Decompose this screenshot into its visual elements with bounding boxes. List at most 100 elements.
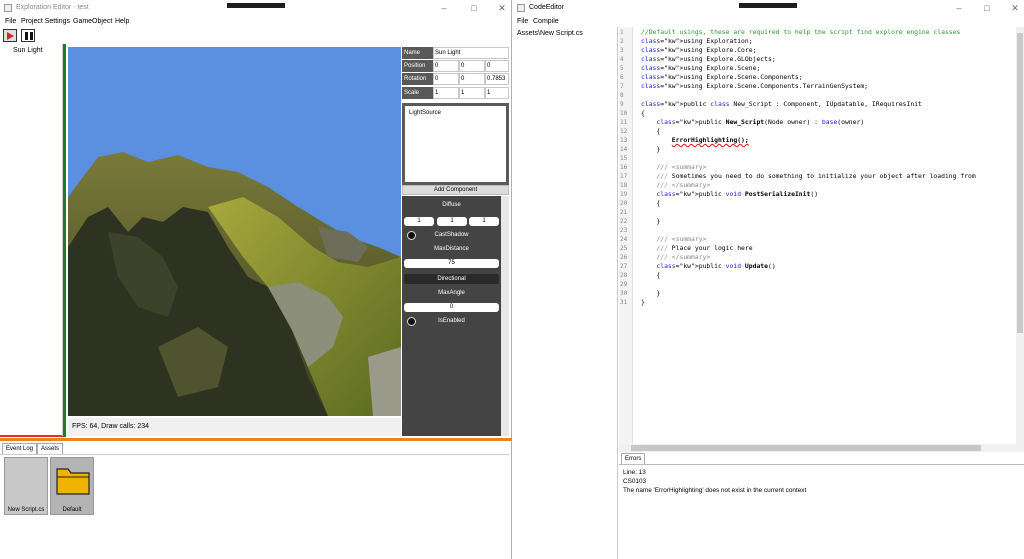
code-line[interactable]: { — [641, 109, 645, 118]
name-label: Name — [402, 47, 433, 59]
file-list: Assets\New Script.cs — [513, 27, 618, 559]
name-field[interactable]: Sun Light — [433, 47, 509, 59]
maximize-icon[interactable]: □ — [468, 2, 480, 14]
scroll-thumb[interactable] — [1017, 33, 1023, 333]
tab-assets[interactable]: Assets — [37, 443, 64, 454]
code-line[interactable]: class="kw">public void Update() — [641, 262, 775, 271]
line-number: 1 — [620, 29, 624, 36]
code-text-area[interactable]: //Default usings, these are required to … — [632, 27, 1016, 444]
rotation-z-field[interactable]: 0.7853 — [485, 73, 509, 85]
line-number: 31 — [620, 299, 628, 306]
drag-handle[interactable] — [739, 3, 797, 8]
directional-toggle[interactable]: Directional — [404, 274, 499, 284]
component-item-lightsource[interactable]: LightSource — [409, 110, 441, 116]
code-line[interactable]: class="kw">using Explore.Scene.Component… — [641, 82, 868, 91]
hierarchy-node-sun-light[interactable]: Sun Light — [13, 47, 43, 54]
code-line[interactable]: { — [641, 271, 660, 280]
menu-file[interactable]: File — [5, 18, 16, 25]
line-number: 27 — [620, 263, 628, 270]
position-z-field[interactable]: 0 — [485, 60, 509, 72]
code-line[interactable]: class="kw">public class New_Script : Com… — [641, 100, 922, 109]
code-line[interactable]: class="kw">using Explore.GLObjects; — [641, 55, 776, 64]
play-button[interactable] — [3, 29, 17, 42]
fps-readout: FPS: 64, Draw calls: 234 — [72, 423, 150, 430]
scale-y-field[interactable]: 1 — [459, 87, 485, 99]
drag-handle[interactable] — [227, 3, 285, 8]
code-line[interactable]: /// <summary> — [641, 163, 706, 172]
line-number: 25 — [620, 245, 628, 252]
code-line[interactable]: } — [641, 145, 660, 154]
code-line[interactable]: class="kw">using Explore.Core; — [641, 46, 756, 55]
close-icon[interactable]: ✕ — [1009, 2, 1021, 14]
max-angle-field[interactable]: 0 — [404, 303, 499, 312]
line-number-gutter: 1 2 3 4 5 6 7 8 9 10 11 12 13 14 15 16 17 18 19 20 21 22 23 24 2… — [619, 27, 632, 444]
code-line[interactable]: /// </summary> — [641, 181, 710, 190]
minimize-icon[interactable]: – — [953, 2, 965, 14]
line-number: 6 — [620, 74, 624, 81]
code-line[interactable]: //Default usings, these are required to … — [641, 28, 960, 37]
code-line[interactable]: /// <summary> — [641, 235, 706, 244]
position-x-field[interactable]: 0 — [433, 60, 459, 72]
menu-gameobject[interactable]: GameObject — [73, 18, 112, 25]
close-icon[interactable]: ✕ — [496, 2, 508, 14]
minimize-icon[interactable]: – — [438, 2, 450, 14]
code-line[interactable]: { — [641, 199, 660, 208]
diffuse-g-field[interactable]: 1 — [437, 217, 467, 226]
asset-default-folder[interactable]: Default — [50, 457, 94, 515]
pause-icon-bar — [30, 32, 33, 40]
pause-button[interactable] — [21, 29, 35, 42]
cast-shadow-label: CastShadow — [434, 232, 469, 238]
line-number: 14 — [620, 146, 628, 153]
scale-z-field[interactable]: 1 — [485, 87, 509, 99]
rotation-x-field[interactable]: 0 — [433, 73, 459, 85]
code-line[interactable]: /// Place your logic here — [641, 244, 752, 253]
light-source-panel: Diffuse 1 1 1 CastShadow MaxDistance 75 … — [402, 196, 501, 436]
code-line[interactable]: class="kw">using Exploration; — [641, 37, 753, 46]
code-line[interactable]: } — [641, 217, 660, 226]
menu-help[interactable]: Help — [115, 18, 129, 25]
code-line[interactable]: class="kw">using Explore.Scene; — [641, 64, 760, 73]
scene-viewport[interactable] — [68, 47, 401, 416]
code-line[interactable]: { — [641, 127, 660, 136]
tab-event-log[interactable]: Event Log — [2, 443, 38, 454]
diffuse-b-field[interactable]: 1 — [469, 217, 499, 226]
line-number: 16 — [620, 164, 628, 171]
position-y-field[interactable]: 0 — [459, 60, 485, 72]
position-row: Position 0 0 0 — [402, 60, 509, 72]
add-component-button[interactable]: Add Component — [402, 185, 509, 195]
code-line[interactable]: class="kw">using Explore.Scene.Component… — [641, 73, 803, 82]
menu-compile[interactable]: Compile — [533, 18, 559, 25]
error-code: CS0103 — [623, 478, 647, 485]
diffuse-label: Diffuse — [442, 202, 461, 208]
maximize-icon[interactable]: □ — [981, 2, 993, 14]
code-line[interactable]: class="kw">public void PostSerializeInit… — [641, 190, 818, 199]
max-distance-label: MaxDistance — [434, 246, 469, 252]
code-line[interactable]: /// Sometimes you need to do something t… — [641, 172, 975, 181]
menu-file[interactable]: File — [517, 18, 528, 25]
line-number: 2 — [620, 38, 624, 45]
scale-label: Scale — [402, 87, 433, 99]
code-line[interactable]: } — [641, 289, 660, 298]
line-number: 7 — [620, 83, 624, 90]
app-icon — [4, 4, 12, 12]
error-line: Line: 13 — [623, 469, 646, 476]
file-item-new-script[interactable]: Assets\New Script.cs — [517, 30, 583, 37]
code-line[interactable]: ErrorHighlighting(); — [641, 136, 749, 145]
scale-x-field[interactable]: 1 — [433, 87, 459, 99]
asset-new-script[interactable]: New Script.cs — [4, 457, 48, 515]
code-horizontal-scrollbar[interactable] — [619, 444, 1024, 452]
bottom-splitter[interactable] — [0, 438, 512, 441]
scroll-thumb[interactable] — [631, 445, 981, 451]
line-number: 19 — [620, 191, 628, 198]
tab-errors[interactable]: Errors — [621, 453, 646, 464]
code-line[interactable]: class="kw">public New_Script(Node owner)… — [641, 118, 864, 127]
light-panel-scrollbar[interactable] — [501, 196, 509, 436]
viewport-splitter[interactable] — [63, 44, 66, 437]
menu-project-settings[interactable]: Project Settings — [21, 18, 70, 25]
max-distance-field[interactable]: 75 — [404, 259, 499, 268]
diffuse-r-field[interactable]: 1 — [404, 217, 434, 226]
code-line[interactable]: /// </summary> — [641, 253, 710, 262]
code-line[interactable]: } — [641, 298, 645, 307]
code-vertical-scrollbar[interactable] — [1016, 27, 1024, 444]
rotation-y-field[interactable]: 0 — [459, 73, 485, 85]
